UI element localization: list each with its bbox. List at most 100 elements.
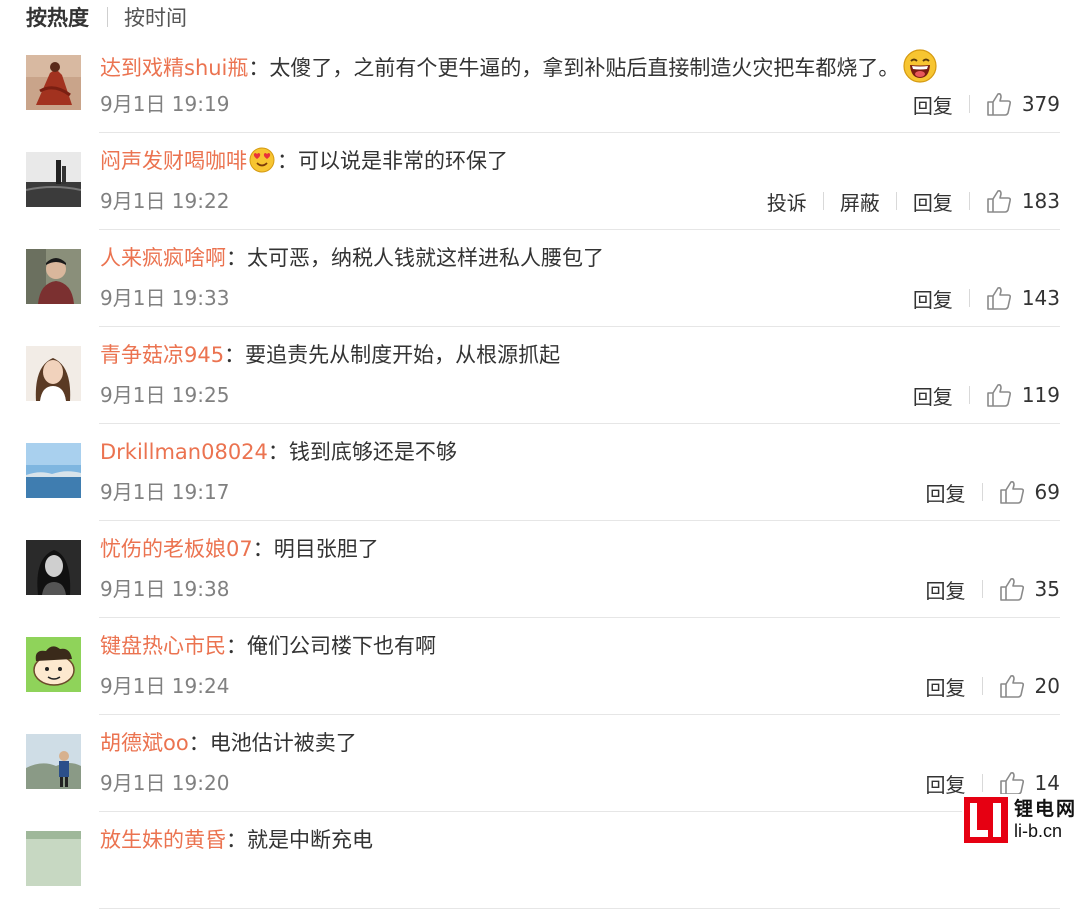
comment-separator: ：: [224, 343, 246, 367]
comment-body: 明目张胆了: [273, 537, 379, 561]
reply-button[interactable]: 回复: [913, 90, 953, 119]
like-button[interactable]: 14: [999, 771, 1060, 795]
comment-time: 9月1日 19:38: [100, 577, 230, 601]
comment-text: 放生妹的黄昏：就是中断充电: [100, 825, 373, 855]
comment-actions: 回复 143: [913, 284, 1060, 312]
comment-username[interactable]: 人来疯疯啥啊: [100, 246, 226, 270]
comment-body: 钱到底够还是不够: [288, 440, 457, 464]
comment-actions: 回复 379: [913, 90, 1060, 118]
block-button[interactable]: 屏蔽: [840, 187, 880, 216]
like-button[interactable]: 379: [986, 92, 1060, 116]
comment-actions: 回复 69: [926, 478, 1060, 506]
action-divider: [968, 386, 970, 404]
comment-username[interactable]: 忧伤的老板娘07: [100, 537, 253, 561]
comment-username[interactable]: 放生妹的黄昏: [100, 828, 226, 852]
like-count: 35: [1034, 577, 1060, 601]
comment-username[interactable]: 闷声发财喝咖啡: [100, 149, 247, 173]
report-button[interactable]: 投诉: [767, 187, 807, 216]
comment-body: 可以说是非常的环保了: [298, 149, 508, 173]
thumbs-up-icon: [987, 287, 1011, 310]
action-divider: [822, 192, 824, 210]
sort-tabs: 按热度 按时间: [26, 0, 187, 34]
like-button[interactable]: 35: [999, 577, 1060, 601]
comment-separator: ：: [248, 56, 270, 80]
comment-item: 人来疯疯啥啊：太可恶，纳税人钱就这样进私人腰包了 9月1日 19:33 回复 1…: [0, 230, 1080, 327]
like-count: 379: [1021, 92, 1060, 116]
thumbs-up-icon: [999, 578, 1024, 601]
thumbs-up-icon: [987, 93, 1011, 116]
comment-body: 太傻了，之前有个更牛逼的，拿到补贴后直接制造火灾把车都烧了。: [269, 56, 900, 80]
comment-body: 俺们公司楼下也有啊: [247, 634, 436, 658]
comment-separator: ：: [226, 246, 247, 270]
action-divider: [968, 95, 970, 113]
action-divider: [895, 192, 897, 210]
like-count: 143: [1021, 286, 1060, 310]
comment-text: 达到戏精shui瓶：太傻了，之前有个更牛逼的，拿到补贴后直接制造火灾把车都烧了。: [100, 49, 938, 91]
like-count: 183: [1021, 189, 1060, 213]
avatar[interactable]: [26, 443, 81, 498]
like-button[interactable]: 119: [986, 383, 1060, 407]
comment-username[interactable]: 青争菇凉945: [100, 343, 224, 367]
avatar[interactable]: [26, 637, 81, 692]
comment-text: 胡德斌oo：电池估计被卖了: [100, 728, 357, 758]
like-button[interactable]: 69: [999, 480, 1060, 504]
comment-separator: ：: [267, 440, 289, 464]
action-divider: [981, 580, 983, 598]
comment-actions: 回复 35: [926, 575, 1060, 603]
like-button[interactable]: 20: [999, 674, 1060, 698]
avatar[interactable]: [26, 831, 81, 886]
like-count: 119: [1021, 383, 1060, 407]
reply-button[interactable]: 回复: [913, 187, 953, 216]
comment-username[interactable]: 达到戏精shui瓶: [100, 56, 248, 80]
comment-text: 键盘热心市民：俺们公司楼下也有啊: [100, 631, 436, 661]
reply-button[interactable]: 回复: [926, 672, 966, 701]
thumbs-up-icon: [987, 190, 1011, 213]
avatar[interactable]: [26, 249, 81, 304]
like-button[interactable]: 183: [986, 189, 1060, 213]
comment-text: 闷声发财喝咖啡 ：可以说是非常的环保了: [100, 146, 508, 181]
comment-item: 闷声发财喝咖啡 ：可以说是非常的环保了 9月1日 19:22 投诉 屏蔽 回复 1…: [0, 133, 1080, 230]
watermark-domain: li-b.cn: [1014, 821, 1063, 841]
comment-time: 9月1日 19:25: [100, 383, 230, 407]
comment-text: 忧伤的老板娘07：明目张胆了: [100, 534, 379, 564]
action-divider: [968, 192, 970, 210]
comment-item: 达到戏精shui瓶：太傻了，之前有个更牛逼的，拿到补贴后直接制造火灾把车都烧了。…: [0, 36, 1080, 133]
reply-button[interactable]: 回复: [913, 381, 953, 410]
avatar[interactable]: [26, 346, 81, 401]
comment-item: 胡德斌oo：电池估计被卖了 9月1日 19:20 回复 14: [0, 715, 1080, 812]
avatar[interactable]: [26, 734, 81, 789]
watermark-text: 锂电网 li-b.cn: [1014, 798, 1077, 842]
comment-username[interactable]: 键盘热心市民: [100, 634, 226, 658]
like-button[interactable]: 143: [986, 286, 1060, 310]
reply-button[interactable]: 回复: [926, 575, 966, 604]
like-count: 14: [1034, 771, 1060, 795]
tab-sort-by-hot[interactable]: 按热度: [26, 2, 89, 32]
like-count: 20: [1034, 674, 1060, 698]
comment-time: 9月1日 19:22: [100, 189, 230, 213]
reply-button[interactable]: 回复: [926, 478, 966, 507]
like-count: 69: [1034, 480, 1060, 504]
avatar[interactable]: [26, 55, 81, 110]
avatar[interactable]: [26, 152, 81, 207]
action-divider: [981, 677, 983, 695]
comment-time: 9月1日 19:20: [100, 771, 230, 795]
tab-divider: [107, 7, 108, 27]
comment-separator: ：: [226, 828, 247, 852]
comment-username[interactable]: 胡德斌oo: [100, 731, 189, 755]
reply-button[interactable]: 回复: [913, 284, 953, 313]
avatar[interactable]: [26, 540, 81, 595]
laughing-emoji-icon: [903, 49, 938, 91]
comment-separator: ：: [226, 634, 247, 658]
reply-button[interactable]: 回复: [926, 769, 966, 798]
watermark: 锂电网 li-b.cn: [962, 794, 1080, 846]
action-divider: [981, 483, 983, 501]
action-divider: [968, 289, 970, 307]
comment-time: 9月1日 19:19: [100, 92, 230, 116]
comment-separator: ：: [277, 149, 298, 173]
comment-item: 放生妹的黄昏：就是中断充电: [0, 812, 1080, 909]
comment-username[interactable]: Drkillman08024: [100, 440, 268, 464]
comment-item: Drkillman08024：钱到底够还是不够 9月1日 19:17 回复 69: [0, 424, 1080, 521]
comment-item: 键盘热心市民：俺们公司楼下也有啊 9月1日 19:24 回复 20: [0, 618, 1080, 715]
comment-text: Drkillman08024：钱到底够还是不够: [100, 437, 457, 467]
tab-sort-by-time[interactable]: 按时间: [124, 2, 187, 32]
